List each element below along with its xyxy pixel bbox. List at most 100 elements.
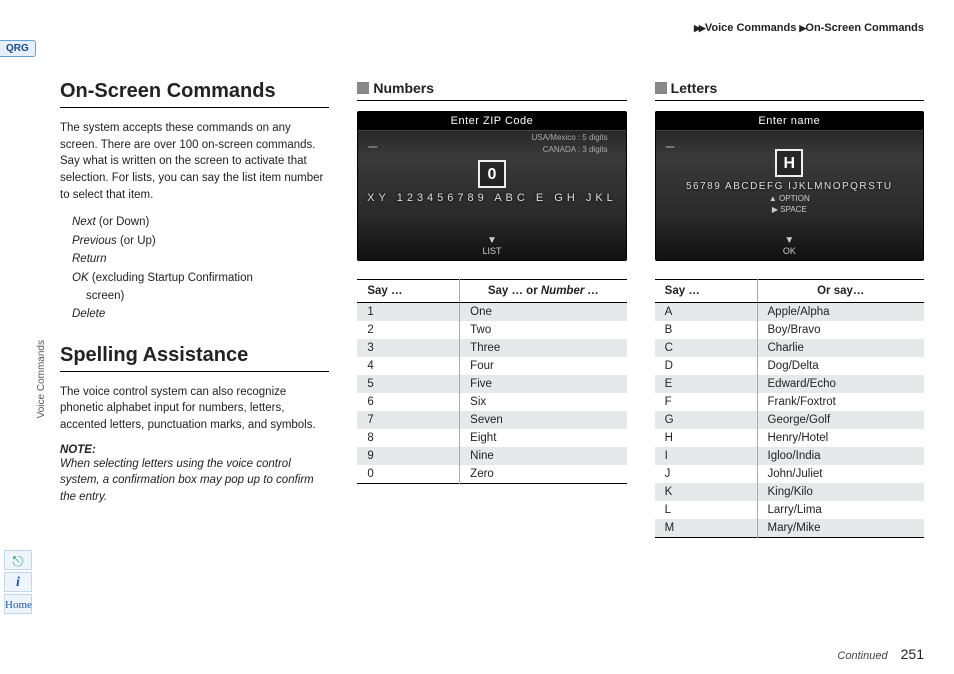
- command-list: Next (or Down) Previous (or Up) Return O…: [72, 213, 329, 323]
- cell-say: D: [655, 357, 757, 375]
- cmd-return: Return: [72, 253, 107, 265]
- cell-say: L: [655, 501, 757, 519]
- numbers-table: Say … Say … or Number … 1One2Two3Three4F…: [357, 279, 626, 484]
- info-icon[interactable]: i: [4, 572, 32, 592]
- cmd-previous: Previous: [72, 235, 117, 247]
- screenshot-name: Enter name – H 56789 ABCDEFG IJKLMNOPQRS…: [655, 111, 924, 261]
- square-icon: [655, 82, 667, 94]
- cell-say: 0: [357, 465, 459, 484]
- table-row: DDog/Delta: [655, 357, 924, 375]
- side-section-label: Voice Commands: [36, 340, 47, 460]
- table-row: IIgloo/India: [655, 447, 924, 465]
- cell-say: 8: [357, 429, 459, 447]
- subheading-numbers: Numbers: [357, 80, 626, 101]
- cell-alt: Four: [460, 357, 627, 375]
- cell-say: E: [655, 375, 757, 393]
- spelling-paragraph: The voice control system can also recogn…: [60, 384, 329, 434]
- letters-table: Say … Or say… AApple/AlphaBBoy/BravoCCha…: [655, 279, 924, 538]
- th-say: Say …: [655, 280, 757, 303]
- cell-say: 4: [357, 357, 459, 375]
- column-overview: On-Screen Commands The system accepts th…: [60, 80, 329, 644]
- breadcrumb-b[interactable]: On-Screen Commands: [805, 22, 924, 34]
- shot-ribbon: XY 123456789 ABC E GH JKL: [358, 192, 625, 204]
- cell-say: A: [655, 303, 757, 322]
- table-row: 5Five: [357, 375, 626, 393]
- cell-say: 3: [357, 339, 459, 357]
- column-numbers: Numbers Enter ZIP Code USA/Mexico : 5 di…: [357, 80, 626, 644]
- table-row: 3Three: [357, 339, 626, 357]
- cell-say: H: [655, 429, 757, 447]
- continued-label: Continued: [837, 650, 887, 662]
- shot-option: ▲ OPTION: [656, 194, 923, 203]
- side-icons: ⎋ i Home: [4, 550, 32, 614]
- table-row: AApple/Alpha: [655, 303, 924, 322]
- subheading-numbers-text: Numbers: [373, 80, 434, 96]
- th-say: Say …: [357, 280, 459, 303]
- cmd-ok: OK: [72, 272, 89, 284]
- cmd-ok-alt: (excluding Startup Confirmation: [89, 272, 253, 284]
- table-row: 1One: [357, 303, 626, 322]
- subheading-letters: Letters: [655, 80, 924, 101]
- cell-alt: Apple/Alpha: [757, 303, 924, 322]
- cell-alt: Igloo/India: [757, 447, 924, 465]
- table-row: 2Two: [357, 321, 626, 339]
- table-row: 0Zero: [357, 465, 626, 484]
- heading-spelling-assistance: Spelling Assistance: [60, 344, 329, 372]
- cell-alt: George/Golf: [757, 411, 924, 429]
- cell-alt: John/Juliet: [757, 465, 924, 483]
- cell-alt: Henry/Hotel: [757, 429, 924, 447]
- cell-say: J: [655, 465, 757, 483]
- cmd-previous-alt: (or Up): [117, 235, 156, 247]
- cell-alt: One: [460, 303, 627, 322]
- breadcrumb-a[interactable]: Voice Commands: [705, 22, 797, 34]
- breadcrumb: ▶▶ Voice Commands ▶ On-Screen Commands: [694, 22, 924, 34]
- cell-alt: Frank/Foxtrot: [757, 393, 924, 411]
- page-footer: Continued 251: [837, 646, 924, 662]
- th-say-or-number: Say … or Number …: [460, 280, 627, 303]
- cell-alt: King/Kilo: [757, 483, 924, 501]
- cell-alt: Six: [460, 393, 627, 411]
- cmd-delete: Delete: [72, 308, 105, 320]
- shot-sub1: USA/Mexico : 5 digits: [358, 131, 625, 143]
- table-row: MMary/Mike: [655, 519, 924, 538]
- cmd-next: Next: [72, 216, 96, 228]
- cell-say: F: [655, 393, 757, 411]
- chevron-icon: ▶: [799, 23, 804, 33]
- voice-icon[interactable]: ⎋: [4, 550, 32, 570]
- cell-alt: Edward/Echo: [757, 375, 924, 393]
- page-number: 251: [901, 646, 924, 662]
- th-or-say: Or say…: [757, 280, 924, 303]
- cell-alt: Zero: [460, 465, 627, 484]
- table-row: 9Nine: [357, 447, 626, 465]
- dash-icon: –: [666, 138, 675, 156]
- cell-say: M: [655, 519, 757, 538]
- cell-say: I: [655, 447, 757, 465]
- shot-title: Enter ZIP Code: [358, 112, 625, 131]
- shot-bottom: ▼LIST: [358, 235, 625, 256]
- dash-icon: –: [368, 138, 377, 156]
- cell-say: G: [655, 411, 757, 429]
- home-icon[interactable]: Home: [4, 594, 32, 614]
- shot-focus: 0: [478, 160, 506, 188]
- cell-say: K: [655, 483, 757, 501]
- table-row: 7Seven: [357, 411, 626, 429]
- shot-bottom: ▼OK: [656, 235, 923, 256]
- cell-alt: Dog/Delta: [757, 357, 924, 375]
- shot-ribbon: 56789 ABCDEFG IJKLMNOPQRSTU: [656, 181, 923, 192]
- cell-alt: Charlie: [757, 339, 924, 357]
- intro-paragraph: The system accepts these commands on any…: [60, 120, 329, 203]
- note-body: When selecting letters using the voice c…: [60, 456, 329, 506]
- shot-bottom-label: LIST: [482, 246, 501, 256]
- shot-bottom-label: OK: [783, 246, 796, 256]
- cell-say: 1: [357, 303, 459, 322]
- qrg-tab[interactable]: QRG: [0, 40, 36, 57]
- cell-alt: Seven: [460, 411, 627, 429]
- shot-sub2: CANADA : 3 digits: [358, 143, 625, 155]
- cell-say: 7: [357, 411, 459, 429]
- cell-say: C: [655, 339, 757, 357]
- table-row: FFrank/Foxtrot: [655, 393, 924, 411]
- cmd-next-alt: (or Down): [96, 216, 150, 228]
- column-letters: Letters Enter name – H 56789 ABCDEFG IJK…: [655, 80, 924, 644]
- cell-say: 5: [357, 375, 459, 393]
- cell-alt: Larry/Lima: [757, 501, 924, 519]
